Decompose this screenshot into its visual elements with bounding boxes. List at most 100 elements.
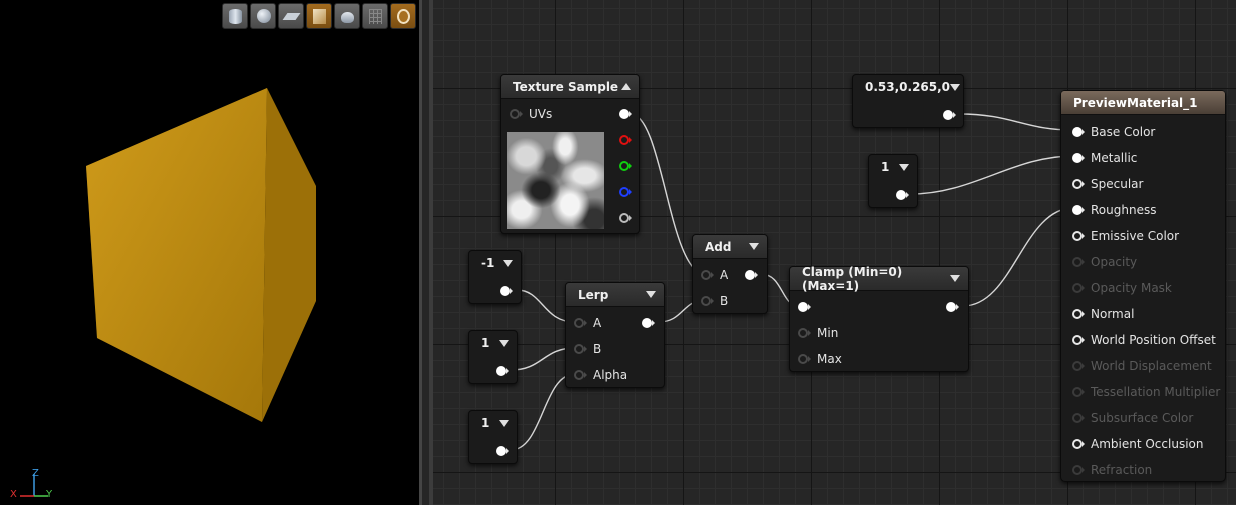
node-title: 1 <box>481 336 490 350</box>
input-pin[interactable] <box>798 301 811 313</box>
b-output-pin[interactable] <box>619 186 632 198</box>
constant-one-b-node[interactable]: 1 <box>468 330 518 384</box>
material-result-node[interactable]: PreviewMaterial_1 Base Color Metallic Spec… <box>1060 90 1226 482</box>
plane-icon[interactable] <box>278 3 304 29</box>
b-input-pin[interactable] <box>574 343 587 355</box>
result-pin-10-socket[interactable] <box>1072 386 1085 398</box>
rgb-output-pin[interactable] <box>619 108 632 120</box>
wire-color-to-basecolor <box>958 113 1074 131</box>
a-input-pin[interactable] <box>574 317 587 329</box>
chevron-down-icon[interactable] <box>749 243 759 250</box>
result-pin-0-socket[interactable] <box>1072 126 1085 138</box>
panel-splitter[interactable] <box>419 0 433 505</box>
axis-z-label: Z <box>32 468 39 479</box>
chevron-down-icon[interactable] <box>950 275 960 282</box>
node-title: Lerp <box>578 287 609 302</box>
output-pin[interactable] <box>496 445 509 457</box>
node-header[interactable]: 1 <box>869 155 917 179</box>
a-label: A <box>720 268 729 282</box>
node-header[interactable]: Texture Sample <box>501 75 639 99</box>
a-label: A <box>593 316 602 330</box>
node-header[interactable]: PreviewMaterial_1 <box>1061 91 1225 115</box>
node-header[interactable]: Add <box>693 235 767 259</box>
material-graph[interactable]: Texture Sample UVs 0.53,0.265,0 1 -1 1 1… <box>433 0 1236 505</box>
result-pin-label: Specular <box>1091 177 1144 191</box>
texture-sample-node[interactable]: Texture Sample UVs <box>500 74 640 234</box>
result-pin-label: Base Color <box>1091 125 1156 139</box>
result-pin-label: World Position Offset <box>1091 333 1216 347</box>
cylinder-icon[interactable] <box>222 3 248 29</box>
result-pin-label: Metallic <box>1091 151 1138 165</box>
result-pin-8-socket[interactable] <box>1072 334 1085 346</box>
node-header[interactable]: 1 <box>469 411 517 435</box>
chevron-down-icon[interactable] <box>899 163 909 171</box>
max-input-pin[interactable] <box>798 353 811 365</box>
result-pin-2-socket[interactable] <box>1072 178 1085 190</box>
node-header[interactable]: 1 <box>469 331 517 355</box>
node-title: 0.53,0.265,0 <box>865 80 951 94</box>
node-header[interactable]: 0.53,0.265,0 <box>853 75 963 99</box>
constant-neg-one-node[interactable]: -1 <box>468 250 522 304</box>
lerp-node[interactable]: Lerp A B Alpha <box>565 282 665 388</box>
axis-y-label: Y <box>46 489 53 500</box>
chevron-down-icon[interactable] <box>646 291 656 298</box>
result-pin-13-socket[interactable] <box>1072 464 1085 476</box>
wire-clamp-to-roughness <box>962 207 1074 307</box>
result-pin-5-socket[interactable] <box>1072 256 1085 268</box>
node-header[interactable]: -1 <box>469 251 521 275</box>
constant-metallic-node[interactable]: 1 <box>868 154 918 208</box>
output-pin[interactable] <box>496 365 509 377</box>
uvs-input-pin[interactable] <box>510 108 523 120</box>
a-input-pin[interactable] <box>701 269 714 281</box>
wire-const-to-metallic <box>910 155 1074 195</box>
output-pin[interactable] <box>500 285 513 297</box>
node-title: Texture Sample <box>513 79 619 94</box>
node-title: 1 <box>881 160 890 174</box>
preview-viewport[interactable]: Z Y X <box>0 0 419 505</box>
axis-x-label: X <box>10 489 17 500</box>
constant-one-alpha-node[interactable]: 1 <box>468 410 518 464</box>
add-node[interactable]: Add A B <box>692 234 768 314</box>
node-header[interactable]: Clamp (Min=0) (Max=1) <box>790 265 968 293</box>
uvs-label: UVs <box>529 107 553 121</box>
sphere-icon[interactable] <box>250 3 276 29</box>
node-title: Add <box>705 239 732 254</box>
alpha-label: Alpha <box>593 368 628 382</box>
output-pin[interactable] <box>642 317 655 329</box>
output-pin[interactable] <box>745 269 758 281</box>
result-pin-label: Opacity <box>1091 255 1138 269</box>
grid-icon[interactable] <box>362 3 388 29</box>
result-pin-1-socket[interactable] <box>1072 152 1085 164</box>
cube-icon[interactable] <box>306 3 332 29</box>
b-input-pin[interactable] <box>701 295 714 307</box>
min-label: Min <box>817 326 839 340</box>
chevron-down-icon[interactable] <box>503 259 513 267</box>
result-pin-6-socket[interactable] <box>1072 282 1085 294</box>
g-output-pin[interactable] <box>619 160 632 172</box>
a-output-pin[interactable] <box>619 212 632 224</box>
output-pin[interactable] <box>946 301 959 313</box>
r-output-pin[interactable] <box>619 134 632 146</box>
min-input-pin[interactable] <box>798 327 811 339</box>
alpha-input-pin[interactable] <box>574 369 587 381</box>
teapot-icon[interactable] <box>334 3 360 29</box>
chevron-down-icon[interactable] <box>950 83 961 91</box>
result-pin-7-socket[interactable] <box>1072 308 1085 320</box>
clamp-node[interactable]: Clamp (Min=0) (Max=1) Min Max <box>789 265 969 372</box>
realtime-icon[interactable] <box>390 3 416 29</box>
constant3-node[interactable]: 0.53,0.265,0 <box>852 74 964 128</box>
chevron-down-icon[interactable] <box>499 339 509 347</box>
chevron-down-icon[interactable] <box>499 419 509 427</box>
node-header[interactable]: Lerp <box>566 283 664 307</box>
collapse-icon[interactable] <box>621 83 631 90</box>
output-pin[interactable] <box>896 189 909 201</box>
max-label: Max <box>817 352 842 366</box>
result-pin-12-socket[interactable] <box>1072 438 1085 450</box>
b-label: B <box>593 342 602 356</box>
result-pin-label: Subsurface Color <box>1091 411 1194 425</box>
result-pin-11-socket[interactable] <box>1072 412 1085 424</box>
output-pin[interactable] <box>943 109 956 121</box>
result-pin-4-socket[interactable] <box>1072 230 1085 242</box>
result-pin-3-socket[interactable] <box>1072 204 1085 216</box>
result-pin-9-socket[interactable] <box>1072 360 1085 372</box>
